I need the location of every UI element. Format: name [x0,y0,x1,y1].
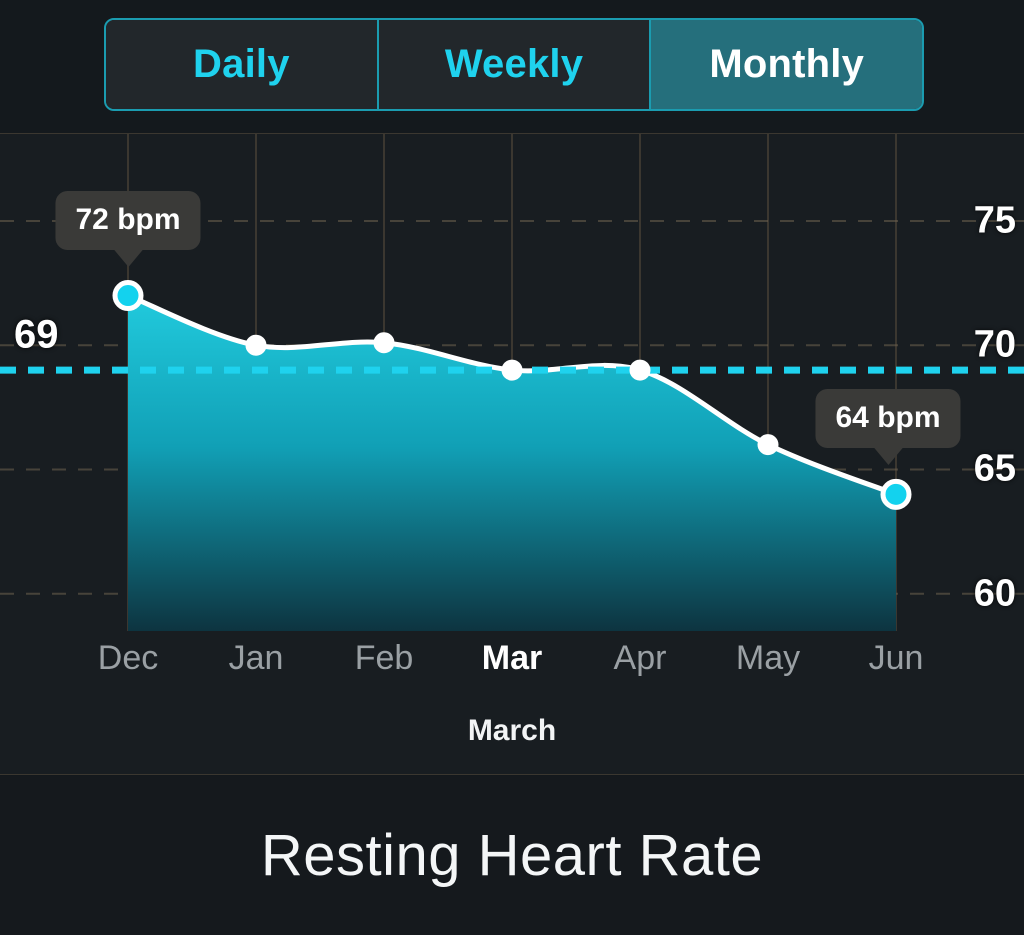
x-axis-tick-apr[interactable]: Apr [614,639,667,678]
tooltip-first-point: 72 bpm [55,190,201,267]
time-range-selector[interactable]: Daily Weekly Monthly [104,18,924,111]
tab-weekly[interactable]: Weekly [378,20,652,109]
x-axis-tick-mar[interactable]: Mar [482,639,542,678]
tab-daily[interactable]: Daily [106,20,379,109]
x-axis-tick-dec[interactable]: Dec [98,639,158,678]
x-axis-tick-feb[interactable]: Feb [355,639,414,678]
tab-monthly[interactable]: Monthly [651,20,922,109]
x-axis-tick-jun[interactable]: Jun [869,639,924,678]
toolbar: Daily Weekly Monthly [0,0,1024,133]
tab-weekly-label: Weekly [444,42,584,86]
page-title: Resting Heart Rate [260,823,764,888]
x-axis: Dec Jan Feb Mar Apr May Jun [0,639,1024,699]
chart-title-bar: Resting Heart Rate [0,776,1024,935]
chart-panel: 75 70 65 60 69 72 bpm 64 bpm Dec Jan Feb Ma… [0,133,1024,775]
tab-monthly-label: Monthly [709,42,865,86]
tab-daily-label: Daily [193,42,290,86]
tooltip-last-point: 64 bpm [815,389,961,466]
x-axis-tick-jan[interactable]: Jan [229,639,284,678]
heart-rate-chart-screen: Daily Weekly Monthly 75 70 65 60 69 72 b… [0,0,1024,935]
x-axis-title: March [467,714,557,747]
x-axis-tick-may[interactable]: May [736,639,800,678]
